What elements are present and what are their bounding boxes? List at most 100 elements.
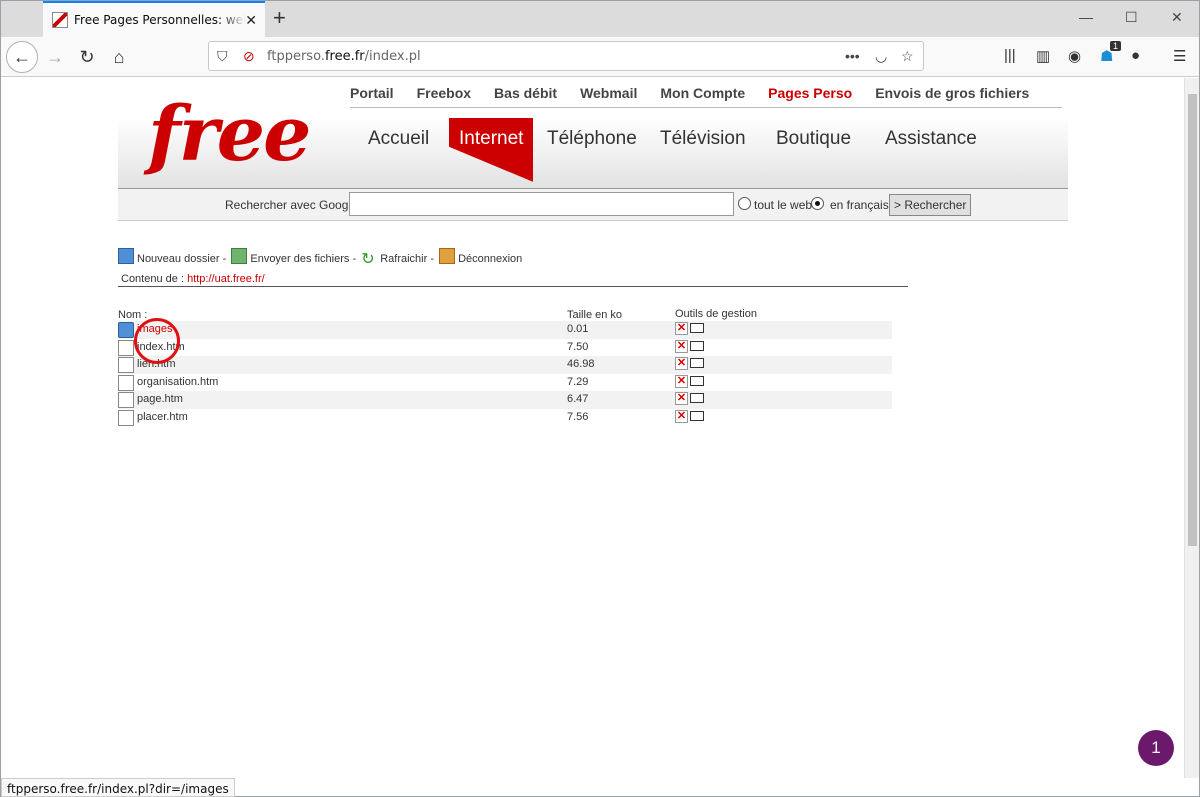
radio-francais[interactable] xyxy=(811,197,824,210)
delete-icon[interactable]: ✕ xyxy=(675,374,688,388)
sidebar-icon[interactable]: ▥ xyxy=(1036,47,1050,65)
rename-icon[interactable] xyxy=(690,410,704,421)
menu-icon[interactable]: ☰ xyxy=(1173,47,1186,65)
page-content: free Portail Freebox Bas débit Webmail M… xyxy=(1,78,1184,778)
rename-icon[interactable] xyxy=(690,340,704,351)
logout-label: Déconnexion xyxy=(458,253,523,265)
library-icon[interactable]: ||| xyxy=(1004,47,1016,64)
new-folder-icon xyxy=(118,248,134,264)
rename-icon[interactable] xyxy=(690,358,704,368)
pocket-icon[interactable]: ◡ xyxy=(875,48,887,65)
free-logo[interactable]: free xyxy=(148,96,311,172)
insecure-lock-icon[interactable]: ⊘ xyxy=(243,48,255,65)
rename-icon[interactable] xyxy=(690,323,704,333)
content-label: Contenu de : xyxy=(121,273,184,285)
maximize-icon[interactable]: ☐ xyxy=(1125,9,1138,26)
file-size: 6.47 xyxy=(567,393,589,405)
top-link-gros-fichiers[interactable]: Envois de gros fichiers xyxy=(875,85,1029,101)
url-prefix: ftpperso. xyxy=(267,49,325,64)
file-tools: ✕ xyxy=(675,322,704,335)
table-row: placer.htm 7.56 ✕ xyxy=(118,409,892,427)
top-link-pages-perso[interactable]: Pages Perso xyxy=(768,85,852,101)
top-link-mon-compte[interactable]: Mon Compte xyxy=(660,85,745,101)
top-links: Portail Freebox Bas débit Webmail Mon Co… xyxy=(350,85,1052,101)
file-size: 7.56 xyxy=(567,410,589,423)
refresh-icon: ↻ xyxy=(361,251,375,268)
url-bar[interactable]: ⛉ ⊘ ftpperso.free.fr/index.pl ••• ◡ ☆ xyxy=(208,41,924,71)
file-name-link[interactable]: page.htm xyxy=(137,393,183,405)
nav-assistance[interactable]: Assistance xyxy=(885,128,977,150)
top-link-bas-debit[interactable]: Bas débit xyxy=(494,85,557,101)
radio-web-label: tout le web xyxy=(754,198,813,212)
top-link-webmail[interactable]: Webmail xyxy=(580,85,637,101)
minimize-icon[interactable]: — xyxy=(1079,9,1093,25)
nav-boutique[interactable]: Boutique xyxy=(776,128,851,150)
file-tools: ✕ xyxy=(675,392,704,405)
delete-icon[interactable]: ✕ xyxy=(675,339,688,353)
back-icon[interactable]: ← xyxy=(6,41,38,73)
refresh-action[interactable]: ↻ Rafraichir - xyxy=(361,251,434,269)
nav-internet[interactable]: Internet xyxy=(449,118,534,182)
file-size: 7.50 xyxy=(567,340,589,353)
file-icon xyxy=(118,357,134,373)
radio-francais-label: en français xyxy=(830,198,889,212)
table-row: images 0.01 ✕ xyxy=(118,321,892,339)
delete-icon[interactable]: ✕ xyxy=(675,409,688,423)
file-size: 46.98 xyxy=(567,358,595,370)
col-size: Taille en ko xyxy=(567,309,623,321)
page-scrollbar[interactable] xyxy=(1184,78,1199,778)
top-link-freebox[interactable]: Freebox xyxy=(417,85,471,101)
rename-icon[interactable] xyxy=(690,375,704,386)
logout-action[interactable]: Déconnexion xyxy=(439,248,522,265)
logout-icon xyxy=(439,248,456,264)
rename-icon[interactable] xyxy=(690,393,704,403)
file-icon xyxy=(118,409,134,426)
new-tab-icon[interactable]: + xyxy=(273,6,286,30)
new-folder-action[interactable]: Nouveau dossier - xyxy=(118,248,226,265)
top-link-portail[interactable]: Portail xyxy=(350,85,394,101)
nav-television[interactable]: Télévision xyxy=(660,128,746,150)
home-icon[interactable]: ⌂ xyxy=(103,41,135,73)
notification-bubble[interactable]: 1 xyxy=(1138,730,1174,766)
forward-icon[interactable]: → xyxy=(39,41,71,73)
content-url-link[interactable]: http://uat.free.fr/ xyxy=(187,273,265,285)
browser-window: Free Pages Personnelles: web ftp ✕ + — ☐… xyxy=(0,0,1200,797)
delete-icon[interactable]: ✕ xyxy=(675,392,688,405)
nav-accueil[interactable]: Accueil xyxy=(368,128,429,150)
file-name-link[interactable]: placer.htm xyxy=(137,411,188,423)
delete-icon[interactable]: ✕ xyxy=(675,322,688,335)
shield-icon[interactable]: ⛉ xyxy=(217,48,228,65)
file-tools: ✕ xyxy=(675,409,704,423)
radio-web[interactable] xyxy=(738,197,751,210)
close-window-icon[interactable]: ✕ xyxy=(1171,9,1183,26)
table-row: lien.htm 46.98 ✕ xyxy=(118,356,892,374)
free-favicon-icon xyxy=(52,12,68,28)
file-size: 7.29 xyxy=(567,375,589,388)
browser-tab[interactable]: Free Pages Personnelles: web ftp ✕ xyxy=(43,1,265,37)
search-input[interactable] xyxy=(349,192,734,216)
url-text[interactable]: ftpperso.free.fr/index.pl xyxy=(267,49,421,64)
file-icon xyxy=(118,392,134,408)
page-actions-icon[interactable]: ••• xyxy=(845,48,860,64)
scrollbar-thumb[interactable] xyxy=(1188,94,1197,546)
file-name-link[interactable]: organisation.htm xyxy=(137,376,218,388)
tab-title: Free Pages Personnelles: web ftp xyxy=(74,13,246,27)
delete-icon[interactable]: ✕ xyxy=(675,357,688,370)
search-label: Rechercher avec Google xyxy=(225,198,358,212)
bookmark-star-icon[interactable]: ☆ xyxy=(901,48,914,65)
new-folder-label: Nouveau dossier xyxy=(137,253,220,265)
extension-icon[interactable]: ● xyxy=(1131,47,1140,64)
reload-icon[interactable]: ↻ xyxy=(71,41,103,73)
nav-telephone[interactable]: Téléphone xyxy=(547,128,637,150)
account-icon[interactable]: ◉ xyxy=(1068,47,1081,65)
search-button[interactable]: > Rechercher xyxy=(889,194,972,216)
close-tab-icon[interactable]: ✕ xyxy=(245,12,257,29)
file-icon xyxy=(118,374,134,391)
navigation-bar: ← → ↻ ⌂ ⛉ ⊘ ftpperso.free.fr/index.pl ••… xyxy=(1,37,1199,77)
upload-action[interactable]: Envoyer des fichiers - xyxy=(231,248,356,265)
tab-bar: Free Pages Personnelles: web ftp ✕ + — ☐… xyxy=(1,1,1199,37)
col-name: Nom : xyxy=(118,309,148,321)
content-location: Contenu de : http://uat.free.fr/ xyxy=(121,273,265,285)
file-tools: ✕ xyxy=(675,374,704,388)
file-table-header: Nom : Taille en ko Outils de gestion xyxy=(118,307,892,321)
